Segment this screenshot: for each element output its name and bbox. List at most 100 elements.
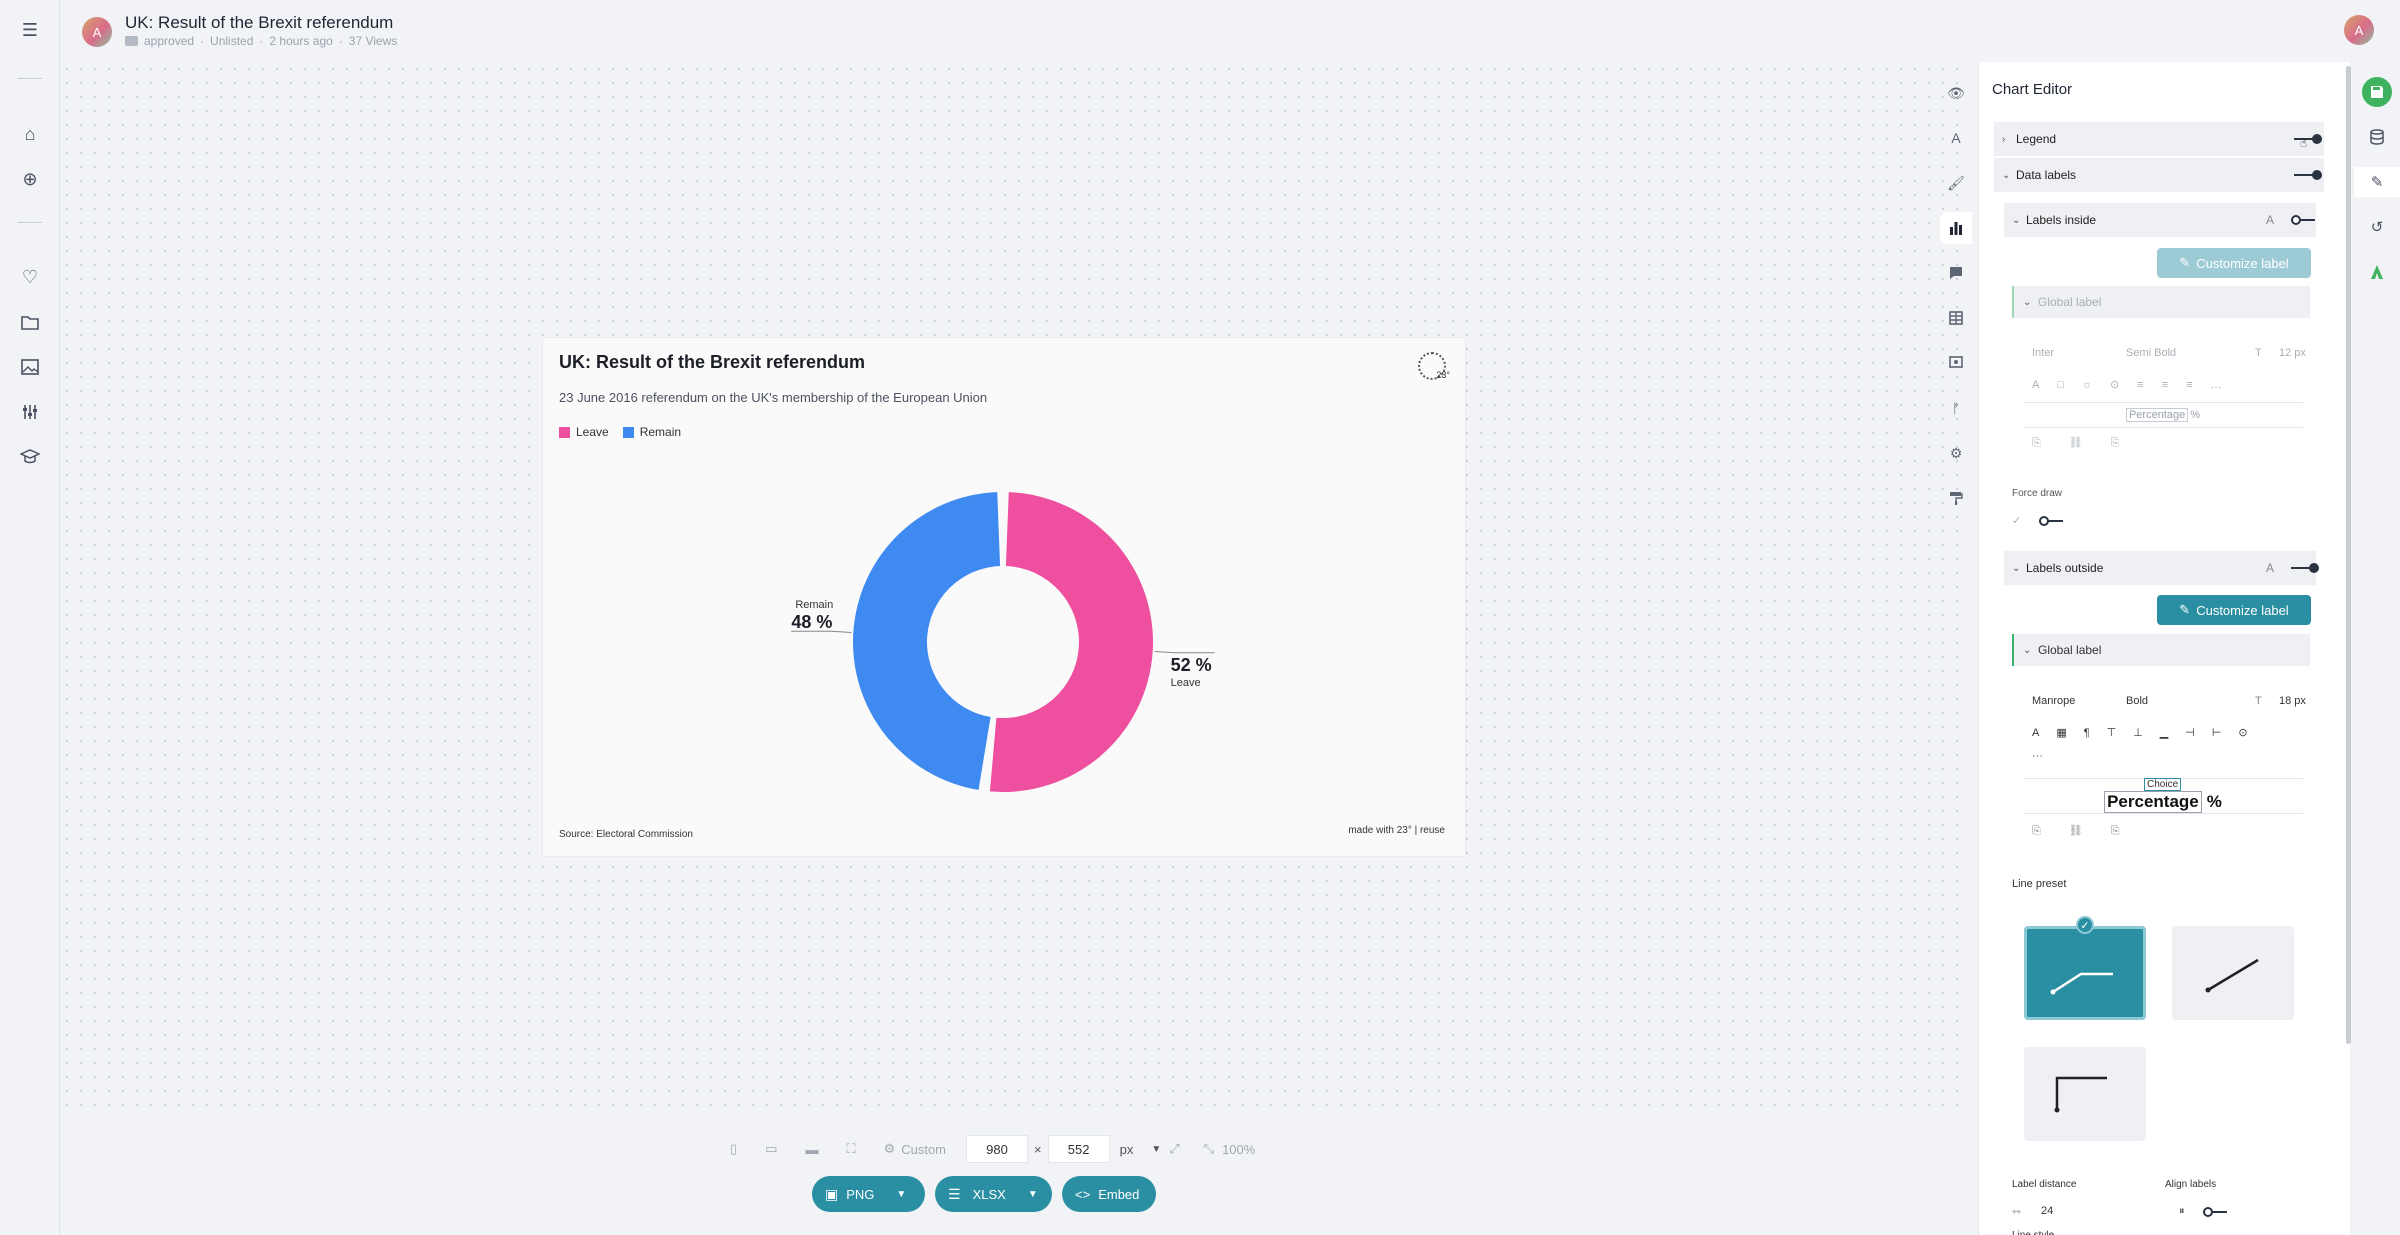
data-labels-toggle[interactable]	[2294, 170, 2322, 180]
graduation-cap-icon[interactable]	[16, 443, 44, 471]
home-icon[interactable]: ⌂	[16, 120, 44, 148]
menu-icon[interactable]: ☰	[16, 16, 44, 44]
font-family-select[interactable]: Manrope	[2032, 695, 2075, 707]
chart-legend: Leave Remain	[559, 425, 681, 439]
add-circle-icon[interactable]: ⊕	[16, 165, 44, 193]
selected-check-icon: ✓	[2076, 916, 2094, 934]
brand-a-icon[interactable]	[2362, 257, 2392, 287]
font-size-input[interactable]: 18 px	[2279, 695, 2306, 707]
database-icon[interactable]	[2362, 122, 2392, 152]
save-icon[interactable]	[2362, 77, 2392, 107]
label-template-outside[interactable]: Choice Percentage %	[2023, 778, 2303, 814]
lock-ratio-icon[interactable]: ⤢	[1169, 1141, 1179, 1157]
pencil-edit-icon[interactable]: ✎	[2354, 167, 2400, 197]
heart-icon[interactable]: ♡	[16, 263, 44, 291]
gear-icon[interactable]: ⚙	[884, 1141, 896, 1157]
line-preset-elbow[interactable]	[2024, 926, 2146, 1020]
global-label-inside[interactable]: ⌄ Global label	[2012, 286, 2310, 318]
status-badge[interactable]: approved	[144, 34, 194, 48]
donut-chart: 52 % Leave 48 %Remain	[791, 492, 1215, 792]
embed-button[interactable]: <> Embed	[1062, 1176, 1156, 1212]
percentage-token[interactable]: Percentage	[2104, 791, 2202, 813]
label-template-inside[interactable]: Percentage %	[2023, 402, 2303, 428]
image-icon[interactable]	[16, 353, 44, 381]
section-legend[interactable]: › Legend ☝	[1994, 122, 2324, 156]
text-style-icon[interactable]: A	[2266, 561, 2274, 575]
avatar[interactable]: A	[82, 17, 112, 47]
visibility-label[interactable]: Unlisted	[210, 34, 253, 48]
donut-slice-leave[interactable]	[989, 492, 1153, 792]
data-label-value[interactable]: 48 %	[791, 612, 832, 632]
global-label-outside[interactable]: ⌄ Global label	[2012, 634, 2310, 666]
donut-slice-remain[interactable]	[853, 492, 1001, 790]
data-label-name[interactable]: Leave	[1171, 677, 1201, 689]
xlsx-download-button[interactable]: ☰ XLSX ▼	[935, 1176, 1052, 1212]
undo-icon[interactable]: ↺	[2362, 212, 2392, 242]
laptop-icon[interactable]: ▬	[805, 1142, 818, 1157]
bar-chart-icon[interactable]	[1944, 216, 1968, 240]
force-draw-toggle[interactable]	[2039, 516, 2067, 526]
font-size-input[interactable]: 12 px	[2279, 347, 2306, 359]
fullscreen-icon[interactable]: ⛶	[846, 1141, 855, 1157]
unit-label[interactable]: px	[1120, 1142, 1134, 1157]
folder-icon[interactable]	[16, 308, 44, 336]
made-with-credit[interactable]: made with 23° | reuse	[1348, 825, 1445, 836]
more-icon[interactable]: ···	[2032, 750, 2043, 762]
data-label-name[interactable]: Remain	[795, 599, 833, 611]
chart-source[interactable]: Source: Electoral Commission	[559, 829, 693, 840]
font-family-select[interactable]: Inter	[2032, 347, 2054, 359]
legend-item-remain[interactable]: Remain	[622, 425, 682, 439]
subsection-labels-outside[interactable]: ⌄ Labels outside A	[2004, 551, 2319, 585]
page-title[interactable]: UK: Result of the Brexit referendum	[125, 13, 393, 33]
comment-icon[interactable]	[1944, 261, 1968, 285]
width-input[interactable]: 980	[966, 1135, 1029, 1163]
section-label: Data labels	[2016, 168, 2077, 182]
data-label-value[interactable]: 52 %	[1171, 655, 1212, 675]
brand-logo-icon: 23°	[1418, 352, 1450, 380]
font-weight-select[interactable]: Semi Bold	[2126, 347, 2176, 359]
chevron-down-icon[interactable]: ▼	[896, 1189, 906, 1200]
image-settings-icon[interactable]	[1944, 351, 1968, 375]
eye-icon[interactable]: 👁	[1944, 81, 1968, 105]
label-distance-input[interactable]: 24	[2041, 1205, 2053, 1217]
section-data-labels[interactable]: ⌄ Data labels	[1994, 158, 2324, 192]
line-preset-corner[interactable]	[2024, 1047, 2146, 1141]
chevron-down-icon[interactable]: ▼	[1028, 1189, 1038, 1200]
mobile-icon[interactable]: ▯	[730, 1141, 737, 1157]
template-tools-inside[interactable]: ⎘⛓⎘	[2032, 436, 2148, 450]
editor-scrollbar[interactable]	[2346, 66, 2351, 1044]
legend-item-leave[interactable]: Leave	[559, 425, 609, 439]
branch-icon[interactable]: ᚠ	[1944, 396, 1968, 420]
size-preset-label[interactable]: Custom	[901, 1142, 946, 1157]
align-labels-toggle[interactable]	[2203, 1207, 2231, 1217]
legend-toggle[interactable]	[2294, 134, 2322, 144]
user-avatar[interactable]: A	[2344, 15, 2374, 45]
format-toolbar-outside[interactable]: A▦¶⊤⊥▁⊣⊢⊙	[2032, 726, 2265, 739]
chart-card[interactable]: UK: Result of the Brexit referendum 23 J…	[543, 338, 1465, 856]
customize-label-button-inside[interactable]: ✎ Customize label	[2157, 248, 2311, 278]
fit-icon[interactable]: ⤡	[1204, 1141, 1214, 1157]
brush-icon[interactable]: 🖌	[1944, 171, 1968, 195]
height-input[interactable]: 552	[1047, 1135, 1110, 1163]
font-weight-select[interactable]: Bold	[2126, 695, 2148, 707]
text-icon[interactable]: A	[1944, 126, 1968, 150]
template-tools-outside[interactable]: ⎘⛓⎘	[2032, 824, 2148, 838]
chevron-down-icon[interactable]: ▼	[1151, 1144, 1161, 1155]
paint-roller-icon[interactable]	[1944, 486, 1968, 510]
labels-inside-toggle[interactable]	[2291, 215, 2319, 225]
text-style-icon[interactable]: A	[2266, 213, 2274, 227]
format-toolbar-inside[interactable]: A□☼⊙≡≡≡…	[2032, 378, 2240, 391]
sliders-icon[interactable]	[16, 398, 44, 426]
gear-icon[interactable]: ⚙	[1944, 441, 1968, 465]
line-preset-straight[interactable]	[2172, 926, 2294, 1020]
subsection-labels-inside[interactable]: ⌄ Labels inside A	[2004, 203, 2316, 237]
customize-label-button-outside[interactable]: ✎ Customize label	[2157, 595, 2311, 625]
tablet-icon[interactable]: ▭	[765, 1141, 777, 1157]
table-icon[interactable]	[1944, 306, 1968, 330]
labels-outside-toggle[interactable]	[2291, 563, 2319, 573]
zoom-level[interactable]: 100%	[1222, 1142, 1255, 1157]
legend-label: Remain	[639, 425, 682, 439]
chart-subtitle[interactable]: 23 June 2016 referendum on the UK's memb…	[559, 390, 987, 405]
png-download-button[interactable]: ▣ PNG ▼	[812, 1176, 925, 1212]
chart-title[interactable]: UK: Result of the Brexit referendum	[559, 352, 865, 373]
